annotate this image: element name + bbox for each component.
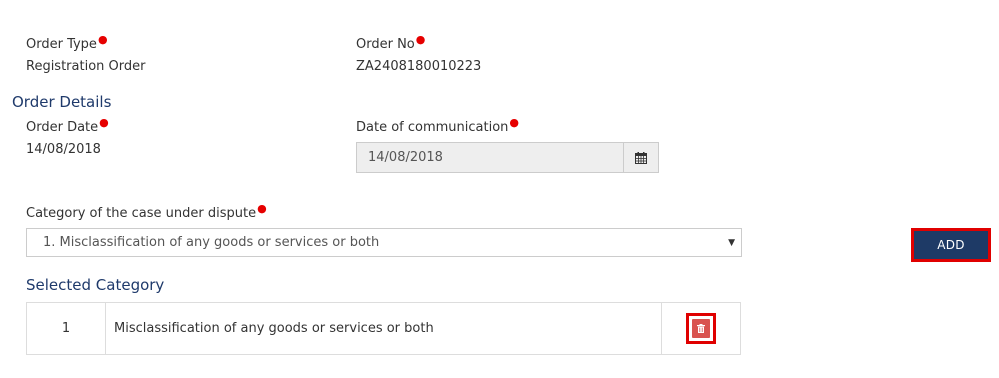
order-date-value: 14/08/2018	[26, 142, 101, 157]
order-no-value: ZA2408180010223	[356, 59, 482, 74]
order-type-value: Registration Order	[26, 59, 146, 74]
selected-category-table: 1 Misclassification of any goods or serv…	[26, 302, 741, 355]
row-number: 1	[26, 302, 106, 355]
calendar-button[interactable]	[623, 143, 658, 172]
chevron-down-icon: ▼	[728, 237, 735, 248]
category-label-text: Category of the case under dispute	[26, 206, 257, 221]
order-type-label-text: Order Type	[26, 37, 97, 52]
selected-category-heading: Selected Category	[26, 276, 165, 294]
required-marker: ●	[415, 33, 426, 46]
order-no-label: Order No●	[356, 33, 425, 52]
date-of-communication-label-text: Date of communication	[356, 120, 509, 135]
date-of-communication-label: Date of communication●	[356, 116, 519, 135]
order-type-label: Order Type●	[26, 33, 108, 52]
category-select-value: 1. Misclassification of any goods or ser…	[43, 235, 380, 250]
order-details-heading: Order Details	[12, 93, 112, 111]
category-label: Category of the case under dispute●	[26, 202, 267, 221]
trash-icon	[697, 324, 705, 333]
required-marker: ●	[257, 202, 267, 215]
delete-button[interactable]	[692, 319, 710, 338]
table-row: 1 Misclassification of any goods or serv…	[26, 302, 741, 355]
category-select[interactable]: 1. Misclassification of any goods or ser…	[26, 228, 742, 257]
required-marker: ●	[99, 116, 109, 129]
order-date-label-text: Order Date	[26, 120, 99, 135]
row-action-cell	[661, 302, 741, 355]
delete-button-highlight	[686, 313, 716, 344]
calendar-icon	[635, 151, 647, 164]
date-of-communication-value[interactable]: 14/08/2018	[357, 143, 623, 172]
add-button-highlight: ADD	[911, 228, 991, 262]
date-of-communication-field[interactable]: 14/08/2018	[356, 142, 659, 173]
order-no-label-text: Order No	[356, 37, 415, 52]
required-marker: ●	[97, 33, 108, 46]
order-date-label: Order Date●	[26, 116, 109, 135]
add-button[interactable]: ADD	[914, 231, 988, 259]
required-marker: ●	[509, 116, 520, 129]
row-category-text: Misclassification of any goods or servic…	[105, 302, 662, 355]
